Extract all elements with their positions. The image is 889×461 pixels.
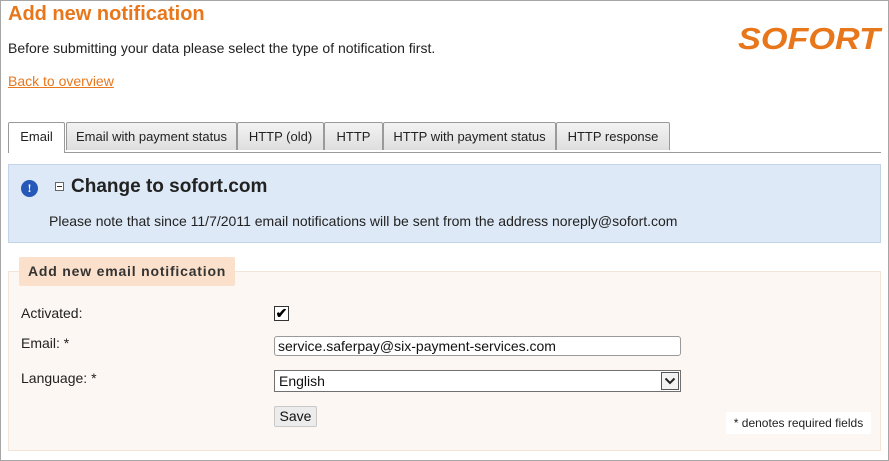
back-to-overview-link[interactable]: Back to overview <box>8 73 114 89</box>
save-button[interactable]: Save <box>274 406 317 427</box>
collapse-icon[interactable] <box>55 182 64 191</box>
tab-http-with-payment-status[interactable]: HTTP with payment status <box>383 122 556 150</box>
language-select[interactable]: English <box>274 370 681 392</box>
language-label: Language: * <box>21 370 97 386</box>
svg-text:SOFORT: SOFORT <box>738 22 883 54</box>
info-notice: ! Change to sofort.com Please note that … <box>8 164 881 243</box>
email-label: Email: * <box>21 335 70 351</box>
page-title: Add new notification <box>8 3 205 25</box>
email-field[interactable] <box>274 336 681 356</box>
sofort-logo: SOFORT <box>738 22 883 54</box>
activated-label: Activated: <box>21 305 83 321</box>
tab-email[interactable]: Email <box>8 122 65 153</box>
tab-http[interactable]: HTTP <box>324 122 383 150</box>
intro-text: Before submitting your data please selec… <box>8 40 436 56</box>
info-icon: ! <box>21 180 38 197</box>
form-legend: Add new email notification <box>19 257 236 286</box>
tab-email-with-payment-status[interactable]: Email with payment status <box>66 122 237 150</box>
tab-http-old[interactable]: HTTP (old) <box>237 122 324 150</box>
notice-text: Please note that since 11/7/2011 email n… <box>49 213 678 229</box>
activated-checkbox[interactable]: ✔ <box>274 306 289 321</box>
tab-http-response[interactable]: HTTP response <box>556 122 670 150</box>
chevron-down-icon[interactable] <box>661 372 679 390</box>
required-fields-note: * denotes required fields <box>726 412 871 434</box>
language-select-value: English <box>279 373 325 389</box>
notice-title: Change to sofort.com <box>71 176 268 197</box>
notification-type-tabs: Email Email with payment status HTTP (ol… <box>8 122 881 153</box>
